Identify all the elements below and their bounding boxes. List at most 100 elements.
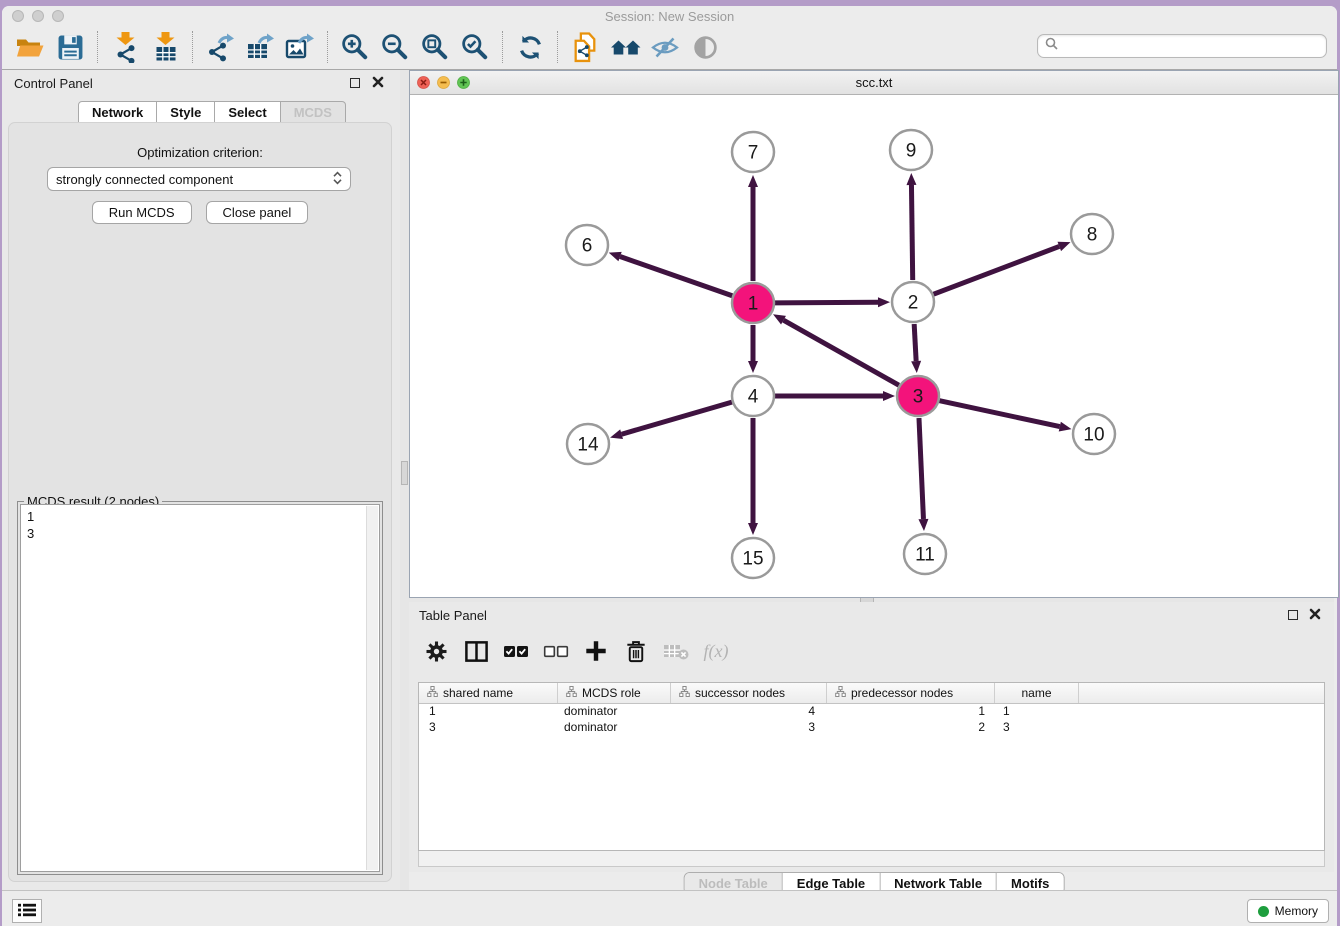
- control-panel-tabs: NetworkStyleSelectMCDS: [78, 101, 346, 123]
- network-graph[interactable]: 1 2 3 4 6 7 8 9 10 11 14 15: [410, 95, 1338, 597]
- delete-table-icon: [663, 636, 689, 666]
- table-cell: 3: [995, 720, 1079, 736]
- result-scrollbar[interactable]: [366, 506, 378, 870]
- vertical-splitter[interactable]: [400, 70, 409, 890]
- search-field[interactable]: [1037, 34, 1327, 58]
- export-network-icon[interactable]: [200, 29, 240, 65]
- node-14[interactable]: 14: [567, 424, 609, 464]
- apply-layout-icon[interactable]: [510, 29, 550, 65]
- edge-2-8[interactable]: [934, 246, 1060, 294]
- column-header-predecessor-nodes[interactable]: predecessor nodes: [827, 683, 995, 703]
- table-cell: 1: [419, 704, 558, 720]
- hide-selected-icon[interactable]: [645, 29, 685, 65]
- run-mcds-button[interactable]: Run MCDS: [92, 201, 192, 224]
- table-cell: 4: [671, 704, 827, 720]
- toolbar-separator: [557, 31, 558, 63]
- control-panel-header: Control Panel: [2, 70, 400, 96]
- session-window: Session: New Session Control Panel Netwo…: [2, 6, 1337, 926]
- svg-text:4: 4: [748, 387, 759, 408]
- tab-style[interactable]: Style: [157, 101, 215, 123]
- node-8[interactable]: 8: [1071, 214, 1113, 254]
- main-toolbar: [2, 25, 1337, 70]
- zoom-fit-icon[interactable]: [415, 29, 455, 65]
- criterion-select[interactable]: strongly connected component: [47, 167, 351, 191]
- edge-3-11[interactable]: [919, 418, 923, 519]
- tree-icon: [835, 686, 846, 700]
- zoom-selected-icon[interactable]: [455, 29, 495, 65]
- application-window: Session: New Session Control Panel Netwo…: [0, 0, 1340, 926]
- node-1[interactable]: 1: [732, 283, 774, 323]
- mcds-result-box: MCDS result (2 nodes) 1 3: [17, 501, 383, 875]
- memory-button[interactable]: Memory: [1247, 899, 1329, 923]
- table-cell: 1: [995, 704, 1079, 720]
- export-image-icon[interactable]: [280, 29, 320, 65]
- table-row[interactable]: 3dominator323: [419, 720, 1324, 736]
- float-panel-icon[interactable]: [350, 78, 360, 88]
- mcds-result-text[interactable]: 1 3: [20, 504, 380, 872]
- delete-row-icon[interactable]: [623, 636, 649, 666]
- zoom-out-icon[interactable]: [375, 29, 415, 65]
- node-10[interactable]: 10: [1073, 414, 1115, 454]
- close-table-panel-icon[interactable]: [1309, 608, 1321, 620]
- control-panel: Control Panel NetworkStyleSelectMCDS Opt…: [2, 70, 400, 890]
- node-3[interactable]: 3: [897, 376, 939, 416]
- svg-text:10: 10: [1083, 425, 1104, 446]
- task-history-button[interactable]: [12, 899, 42, 923]
- show-columns-icon[interactable]: [463, 636, 489, 666]
- tab-network[interactable]: Network: [78, 101, 157, 123]
- node-2[interactable]: 2: [892, 282, 934, 322]
- table-cell: dominator: [558, 720, 671, 736]
- toolbar-separator: [192, 31, 193, 63]
- tab-mcds[interactable]: MCDS: [281, 101, 346, 123]
- tab-select[interactable]: Select: [215, 101, 280, 123]
- table-toolbar: f(x): [423, 634, 729, 668]
- import-table-icon[interactable]: [145, 29, 185, 65]
- function-builder-icon: f(x): [703, 636, 729, 666]
- edge-2-9[interactable]: [911, 185, 912, 280]
- node-6[interactable]: 6: [566, 225, 608, 265]
- node-7[interactable]: 7: [732, 132, 774, 172]
- close-panel-icon[interactable]: [372, 76, 384, 88]
- node-11[interactable]: 11: [904, 534, 946, 574]
- zoom-in-icon[interactable]: [335, 29, 375, 65]
- control-panel-title: Control Panel: [14, 76, 93, 91]
- mcds-result-lines: 1 3: [21, 505, 379, 545]
- edge-2-3[interactable]: [914, 324, 916, 361]
- edge-3-10[interactable]: [940, 401, 1060, 427]
- network-canvas[interactable]: 1 2 3 4 6 7 8 9 10 11 14 15: [410, 95, 1338, 597]
- svg-text:7: 7: [748, 143, 759, 164]
- edge-4-14[interactable]: [622, 402, 732, 434]
- open-session-icon[interactable]: [10, 29, 50, 65]
- table-horizontal-scrollbar[interactable]: [418, 851, 1325, 867]
- import-network-icon[interactable]: [105, 29, 145, 65]
- edge-3-1[interactable]: [783, 320, 898, 385]
- table-settings-icon[interactable]: [423, 636, 449, 666]
- table-row[interactable]: 1dominator411: [419, 704, 1324, 720]
- search-input[interactable]: [1062, 37, 1326, 55]
- node-4[interactable]: 4: [732, 376, 774, 416]
- table-panel: Table Panel f(x) shared nameMCDS rolesuc…: [409, 602, 1334, 872]
- edge-1-6[interactable]: [620, 257, 732, 296]
- node-9[interactable]: 9: [890, 130, 932, 170]
- titlebar: Session: New Session: [2, 6, 1337, 25]
- column-header-shared-name[interactable]: shared name: [419, 683, 558, 703]
- select-all-columns-icon[interactable]: [503, 636, 529, 666]
- window-title: Session: New Session: [2, 9, 1337, 24]
- svg-text:2: 2: [908, 293, 919, 314]
- export-table-icon[interactable]: [240, 29, 280, 65]
- close-panel-button[interactable]: Close panel: [206, 201, 309, 224]
- edge-1-2[interactable]: [775, 302, 878, 303]
- node-table[interactable]: shared nameMCDS rolesuccessor nodesprede…: [418, 682, 1325, 851]
- save-session-icon[interactable]: [50, 29, 90, 65]
- vertical-splitter-handle[interactable]: [401, 461, 408, 485]
- float-table-panel-icon[interactable]: [1288, 610, 1298, 620]
- column-header-MCDS-role[interactable]: MCDS role: [558, 683, 671, 703]
- first-neighbors-icon[interactable]: [605, 29, 645, 65]
- table-header-row: shared nameMCDS rolesuccessor nodesprede…: [419, 683, 1324, 704]
- duplicate-network-icon[interactable]: [565, 29, 605, 65]
- add-row-icon[interactable]: [583, 636, 609, 666]
- column-header-successor-nodes[interactable]: successor nodes: [671, 683, 827, 703]
- deselect-all-columns-icon[interactable]: [543, 636, 569, 666]
- column-header-name[interactable]: name: [995, 683, 1079, 703]
- node-15[interactable]: 15: [732, 538, 774, 578]
